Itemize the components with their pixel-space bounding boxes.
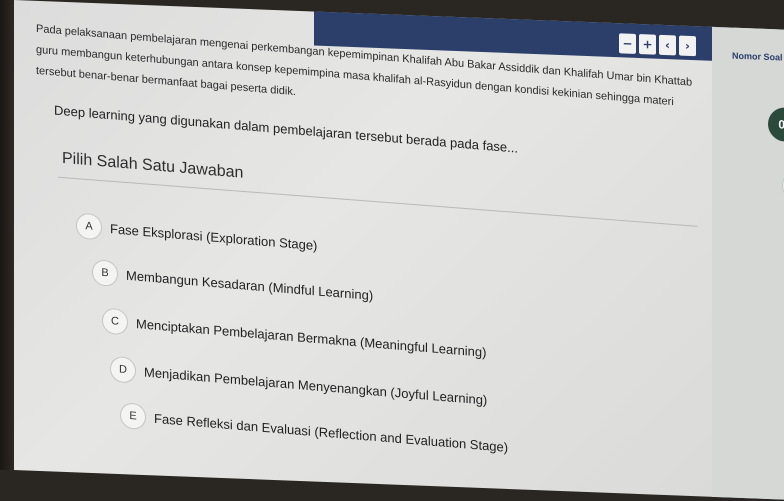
option-d[interactable]: D Menjadikan Pembelajaran Menyenangkan (… [110,355,488,413]
zoom-out-button[interactable]: − [619,33,636,54]
option-e[interactable]: E Fase Refleksi dan Evaluasi (Reflection… [120,402,508,460]
zoom-in-button[interactable]: + [639,34,656,55]
option-b-letter[interactable]: B [92,258,118,288]
nav-controls: − + ‹ › [619,33,696,57]
option-c[interactable]: C Menciptakan Pembelajaran Bermakna (Mea… [102,307,486,365]
option-c-letter[interactable]: C [102,307,128,336]
option-b-text: Membangun Kesadaran (Mindful Learning) [126,267,374,303]
question-number-panel [712,26,784,501]
option-c-text: Menciptakan Pembelajaran Bermakna (Meani… [136,315,487,360]
option-e-text: Fase Refleksi dan Evaluasi (Reflection a… [154,410,509,455]
option-b[interactable]: B Membangun Kesadaran (Mindful Learning) [92,258,374,308]
prev-button[interactable]: ‹ [659,34,676,56]
answer-instruction: Pilih Salah Satu Jawaban [62,149,244,182]
option-e-letter[interactable]: E [120,402,146,431]
option-a-text: Fase Eksplorasi (Exploration Stage) [110,220,318,253]
option-d-letter[interactable]: D [110,355,136,384]
next-button[interactable]: › [679,35,696,57]
option-a-letter[interactable]: A [76,212,102,241]
nomor-soal-label: Nomor Soal [732,50,783,63]
option-a[interactable]: A Fase Eksplorasi (Exploration Stage) [76,212,317,258]
exam-screen: − + ‹ › Nomor Soal 01 0 Pada pelaksanaan… [14,0,784,501]
option-d-text: Menjadikan Pembelajaran Menyenangkan (Jo… [144,363,488,408]
